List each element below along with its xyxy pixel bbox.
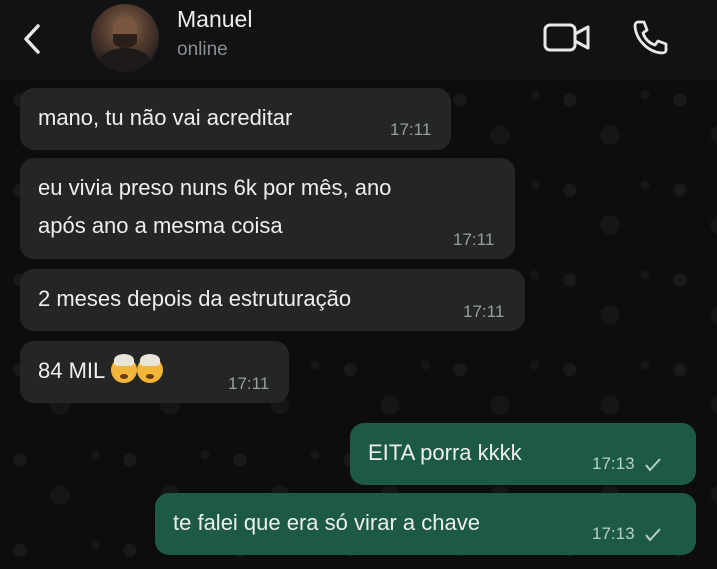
video-call-icon xyxy=(543,23,590,52)
message-time: 17:11 xyxy=(453,230,495,249)
contact-status: online xyxy=(177,39,228,60)
message-meta: 17:13 xyxy=(592,454,662,474)
phone-icon xyxy=(633,20,668,55)
message-bubble[interactable]: mano, tu não vai acreditar 17:11 xyxy=(20,88,451,150)
message-bubble[interactable]: te falei que era só virar a chave 17:13 xyxy=(155,493,696,555)
message-list[interactable]: mano, tu não vai acreditar 17:11 eu vivi… xyxy=(0,80,717,569)
message-text-label: 84 MIL xyxy=(38,358,105,383)
message-text: EITA porra kkkk xyxy=(368,440,522,465)
message-time: 17:11 xyxy=(463,302,505,321)
back-arrow-icon xyxy=(24,24,40,54)
avatar[interactable] xyxy=(91,4,159,72)
message-text: após ano a mesma coisa xyxy=(38,213,283,238)
message-meta: 17:13 xyxy=(592,524,662,544)
message-text: eu vivia preso nuns 6k por mês, ano xyxy=(38,175,392,200)
message-text: mano, tu não vai acreditar xyxy=(38,105,293,130)
message-text: 2 meses depois da estruturação xyxy=(38,286,352,311)
message-text: 84 MIL xyxy=(38,354,163,388)
message-time: 17:11 xyxy=(228,374,270,393)
check-icon xyxy=(645,457,662,472)
exploding-head-emoji xyxy=(136,354,163,384)
exploding-head-emoji xyxy=(110,354,137,384)
video-call-button[interactable] xyxy=(542,20,592,56)
message-bubble[interactable]: 2 meses depois da estruturação 17:11 xyxy=(20,269,525,331)
message-bubble[interactable]: eu vivia preso nuns 6k por mês, ano após… xyxy=(20,158,515,259)
message-text: te falei que era só virar a chave xyxy=(173,510,480,535)
back-button[interactable] xyxy=(16,20,48,58)
chat-header: Manuel online xyxy=(0,0,717,80)
contact-name[interactable]: Manuel xyxy=(177,6,252,33)
check-icon xyxy=(645,527,662,542)
message-time: 17:13 xyxy=(592,524,635,543)
message-bubble[interactable]: 84 MIL 17:11 xyxy=(20,341,289,403)
voice-call-button[interactable] xyxy=(630,18,670,56)
message-bubble[interactable]: EITA porra kkkk 17:13 xyxy=(350,423,696,485)
message-time: 17:13 xyxy=(592,454,635,473)
message-time: 17:11 xyxy=(390,120,432,139)
